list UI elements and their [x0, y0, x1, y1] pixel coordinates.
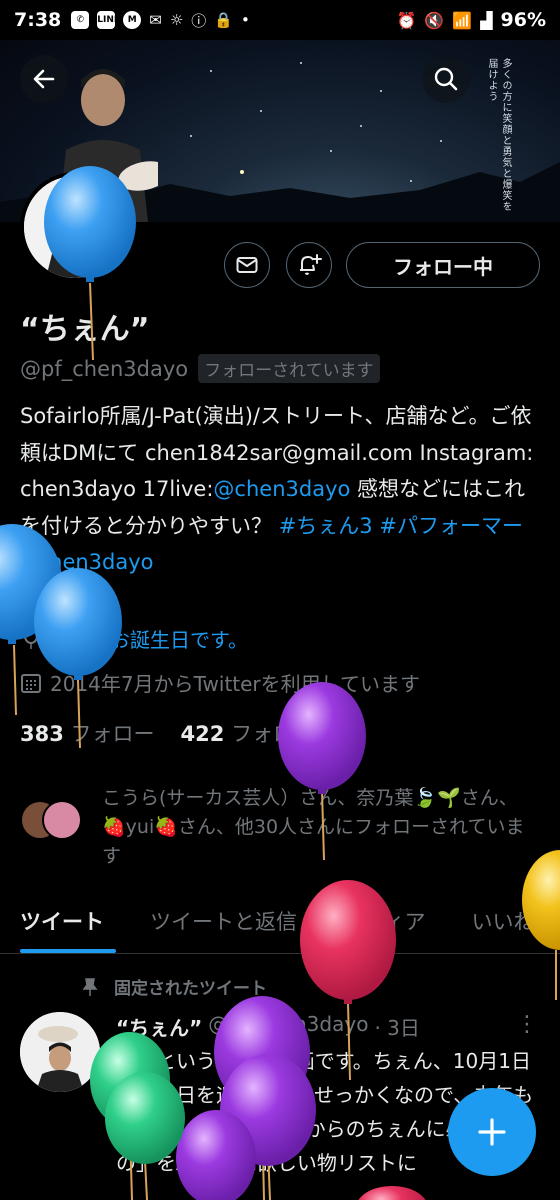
brightness-icon: ☼	[169, 11, 184, 29]
compose-button[interactable]	[448, 1088, 536, 1176]
followed-by-text: こうら(サーカス芸人）さん、奈乃葉🍃🌱さん、🍓yui🍓さん、他30人さんにフォロ…	[102, 787, 525, 867]
lock-icon: 🔒	[214, 11, 233, 29]
following-link[interactable]: 383 フォロー	[20, 718, 155, 748]
profile-handle: @pf_chen3dayo	[20, 356, 189, 381]
bell-plus-icon	[300, 254, 322, 275]
profile-bio: Sofairlo所属/J-Pat(演出)/ストリート、店舗など。ご依頼はDMにて…	[20, 398, 545, 581]
tab-media[interactable]: メディア	[323, 898, 452, 953]
back-button[interactable]	[20, 55, 68, 103]
followers-link[interactable]: 422 フォロワー	[181, 718, 337, 748]
tab-label: ツイート	[20, 910, 104, 934]
plus-icon	[478, 1118, 506, 1146]
system-icons: ⏰ 🔇 📶 ▟ 96%	[396, 9, 546, 31]
profile-name: “ちぇん”	[20, 312, 150, 347]
status-time: 7:38	[14, 9, 62, 31]
bio-mention-link[interactable]: @chen3dayo	[213, 477, 350, 501]
joined-row: 2014年7月からTwitterを利用しています	[20, 668, 420, 697]
balloon	[358, 1186, 426, 1200]
followed-by-avatars	[20, 800, 90, 844]
banner-vertical-text: 多くの方に笑顔と勇気と爆笑を届けよう	[486, 58, 511, 212]
tweet-header: “ちぇん” @pf_chen3dayo · 3日	[116, 1012, 420, 1041]
tab-label: いいね	[471, 910, 535, 934]
tweet-author-name[interactable]: “ちぇん”	[116, 1012, 202, 1041]
calendar-icon	[21, 673, 41, 693]
search-button[interactable]	[422, 55, 470, 103]
hashtag-link[interactable]: #ちぇん3	[279, 514, 373, 538]
hashtag-link[interactable]: #パフォーマー	[379, 514, 523, 538]
notification-icons: ✆ LINE M ✉ ☼ ⓘ 🔒 •	[71, 10, 250, 31]
followers-label: フォロワー	[231, 722, 337, 746]
m-app-icon: M	[123, 11, 142, 29]
tweet-author-handle[interactable]: @pf_chen3dayo	[208, 1012, 368, 1041]
tab-tweets[interactable]: ツイート	[0, 898, 130, 953]
tab-label: ツイートと返信	[150, 910, 297, 934]
mute-icon: 🔇	[424, 10, 445, 30]
following-label: フォロー	[70, 722, 155, 746]
wifi-icon: 📶	[452, 10, 473, 30]
mail-icon	[236, 257, 258, 273]
avatar-image	[24, 176, 126, 278]
avatar	[42, 800, 82, 840]
tab-tweets-and-replies[interactable]: ツイートと返信	[130, 898, 323, 953]
following-count: 383	[20, 722, 64, 746]
follow-stats: 383 フォロー 422 フォロワー	[20, 718, 336, 748]
status-bar: 7:38 ✆ LINE M ✉ ☼ ⓘ 🔒 • ⏰ 🔇 📶 ▟ 96%	[0, 0, 560, 40]
pinned-label-row: 固定されたツイート	[80, 974, 267, 999]
info-icon: ⓘ	[191, 11, 207, 30]
tweet-avatar-image	[20, 1012, 100, 1092]
follows-you-badge: フォローされています	[198, 354, 380, 383]
tab-likes[interactable]: いいね	[452, 898, 560, 953]
following-button[interactable]: フォロー中	[346, 242, 540, 288]
balloon-icon	[24, 627, 38, 649]
pin-icon	[82, 977, 98, 996]
battery-level: 96%	[500, 9, 546, 31]
handle-row: @pf_chen3dayo フォローされています	[20, 354, 380, 383]
birthday-row: 今日はお誕生日です。	[20, 624, 248, 653]
more-icon[interactable]: ⋮	[516, 1012, 538, 1037]
back-arrow-icon	[33, 69, 55, 89]
active-tab-indicator	[20, 949, 116, 953]
followed-by-row[interactable]: こうら(サーカス芸人）さん、奈乃葉🍃🌱さん、🍓yui🍓さん、他30人さんにフォロ…	[20, 784, 540, 871]
search-icon	[434, 67, 458, 91]
phone-icon: ✆	[71, 11, 90, 29]
message-button[interactable]	[224, 242, 270, 288]
profile-tabs: ツイート ツイートと返信 メディア いいね	[0, 898, 560, 954]
hashtag-link[interactable]: #chen3dayo	[20, 550, 154, 574]
alarm-icon: ⏰	[396, 10, 417, 30]
tweet-avatar[interactable]	[20, 1012, 100, 1092]
dot-icon: •	[241, 11, 250, 29]
line-app-icon: LINE	[97, 11, 120, 29]
pinned-label: 固定されたツイート	[114, 979, 267, 999]
joined-text: 2014年7月からTwitterを利用しています	[50, 672, 421, 696]
signal-icon: ▟	[480, 10, 493, 30]
email-notif-icon: ✉	[149, 11, 162, 29]
followers-count: 422	[180, 722, 225, 746]
tab-label: メディア	[343, 910, 426, 934]
tweet-time: · 3日	[374, 1016, 420, 1040]
birthday-text: 今日はお誕生日です。	[50, 628, 248, 652]
notifications-button[interactable]	[286, 242, 332, 288]
profile-avatar[interactable]	[20, 172, 130, 282]
